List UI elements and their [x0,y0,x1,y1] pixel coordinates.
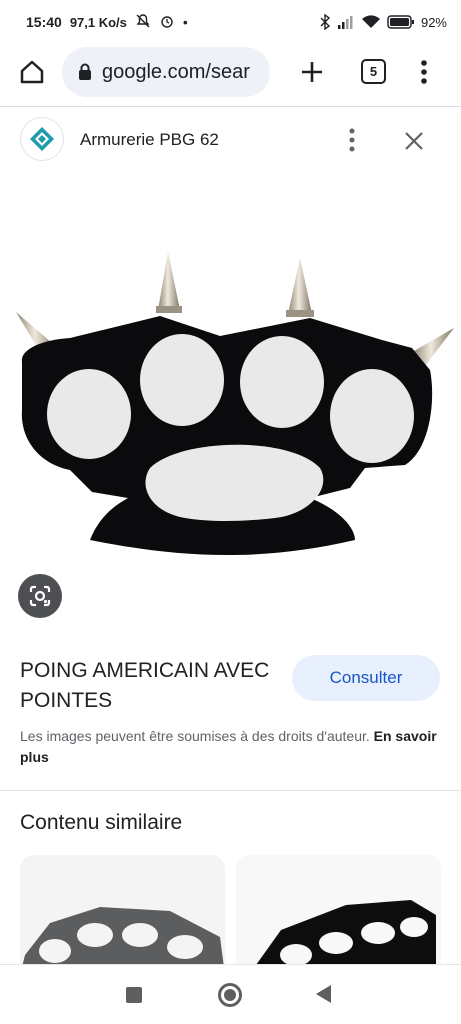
browser-toolbar: google.com/sear 5 [0,44,461,100]
status-bar: 15:40 97,1 Ko/s • 92% [0,0,461,44]
network-speed: 97,1 Ko/s [69,14,127,30]
similar-heading: Contenu similaire [20,811,183,834]
plus-icon [302,62,322,82]
source-header: Armurerie PBG 62 [0,117,461,163]
finger-hole [47,369,131,459]
spike [288,258,312,314]
google-lens-icon [29,585,51,607]
visit-button-label: Consulter [329,668,403,687]
signal-icon [337,15,355,29]
back-button[interactable] [316,985,331,1003]
source-name[interactable]: Armurerie PBG 62 [80,130,219,150]
finger-hole [140,334,224,426]
lens-search-button[interactable] [18,574,62,618]
close-icon [405,132,423,150]
copyright-text: Les images peuvent être soumises à des d… [20,728,370,744]
image-title: POING AMERICAIN AVEC POINTES [20,659,270,712]
more-vert-icon [349,128,355,152]
mute-icon [135,13,151,32]
home-circle-icon [224,989,236,1001]
thumbnail-image [236,855,441,975]
alarm-icon [159,13,175,32]
tab-count: 5 [369,64,378,79]
new-tab-button[interactable] [296,56,328,88]
home-nav-button[interactable] [218,983,242,1007]
toolbar-divider [0,106,461,107]
address-bar[interactable]: google.com/sear [62,47,270,97]
diamond-logo-icon [30,127,54,151]
status-left: 15:40 97,1 Ko/s • [26,13,188,32]
home-icon [20,60,44,84]
lock-icon [79,63,91,80]
close-button[interactable] [400,127,428,155]
notification-dot: • [182,14,188,30]
source-more-button[interactable] [340,125,364,155]
home-button[interactable] [16,56,48,88]
thumbnail-image [20,855,225,975]
palm-hole [145,444,324,521]
spike-base [156,306,182,313]
spike [158,252,180,310]
browser-menu-button[interactable] [412,56,436,88]
system-nav-bar [0,964,461,1024]
bluetooth-icon [319,14,331,30]
battery-icon [387,15,415,29]
finger-hole [240,336,324,428]
spike-base [286,310,314,317]
similar-thumbnail[interactable] [20,855,225,975]
battery-percent: 92% [420,14,447,30]
finger-hole [330,369,414,463]
product-image[interactable] [10,240,456,570]
source-logo[interactable] [20,117,64,161]
recents-button[interactable] [126,987,142,1003]
tab-switcher-button[interactable]: 5 [361,59,386,84]
similar-thumbnail[interactable] [236,855,441,975]
copyright-notice: Les images peuvent être soumises à des d… [20,726,440,768]
visit-button[interactable]: Consulter [292,655,440,701]
status-time: 15:40 [26,14,62,30]
wifi-icon [361,14,381,30]
more-vert-icon [421,60,427,84]
url-text: google.com/sear [102,60,250,83]
status-right: 92% [319,14,447,30]
section-divider [0,790,461,791]
